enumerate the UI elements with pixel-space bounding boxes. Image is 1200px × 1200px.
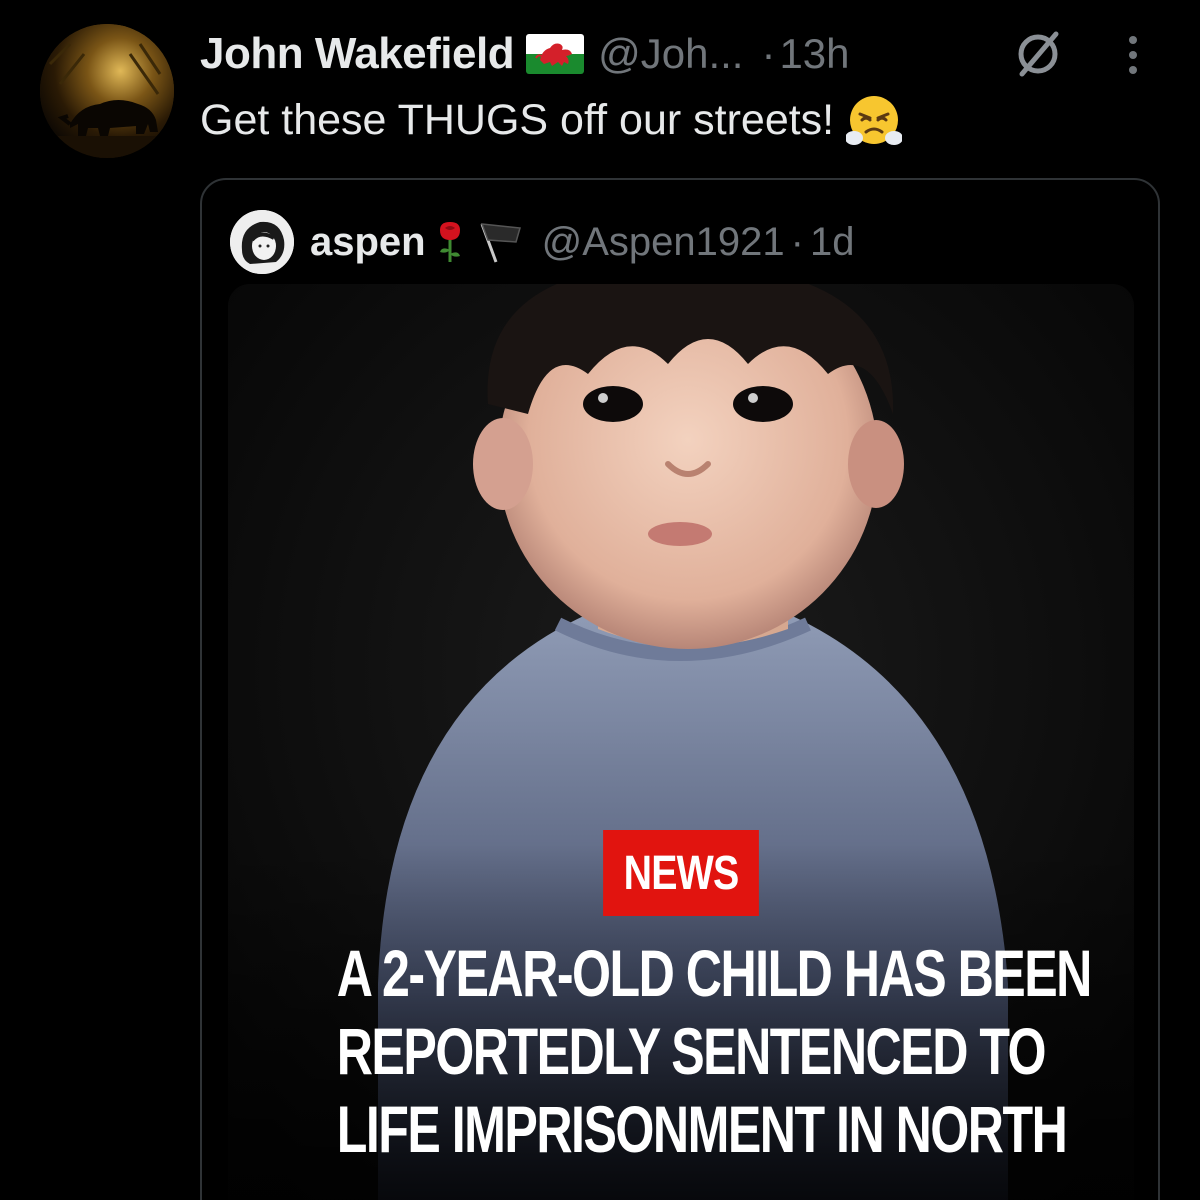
grok-icon[interactable] [1012,28,1064,80]
face-with-steam-from-nose-emoji [846,92,903,148]
post-timestamp[interactable]: 13h [779,30,849,78]
quoted-separator-dot: · [790,219,804,264]
news-badge: NEWS [603,830,759,916]
black-flag-icon [476,220,528,264]
author-name[interactable]: John Wakefield [200,29,515,79]
quoted-post-card[interactable]: aspen @Aspen1921 · 1d NEWS A 2-YEAR-OLD … [200,178,1160,1200]
quoted-post-image[interactable]: NEWS A 2-YEAR-OLD CHILD HAS BEEN REPORTE… [228,284,1134,1200]
headline-line: REPORTEDLY SENTENCED TO [336,1014,1047,1088]
quoted-post-timestamp[interactable]: 1d [810,220,855,265]
quoted-post-header: aspen @Aspen1921 · 1d [230,210,854,274]
headline-line: LIFE IMPRISONMENT IN NORTH [336,1092,1068,1166]
author-handle[interactable]: @Joh... [598,30,743,78]
author-avatar[interactable] [40,24,174,158]
rhino-avatar-image [40,24,174,158]
wales-flag-icon [526,34,585,74]
separator-dot: · [761,30,776,77]
more-options-icon[interactable] [1118,34,1148,76]
post-text-content: Get these THUGS off our streets! [200,95,835,144]
headline-line: A 2-YEAR-OLD CHILD HAS BEEN [336,936,1093,1010]
post-header: John Wakefield @Joh... · 13h [200,22,850,86]
news-headline: A 2-YEAR-OLD CHILD HAS BEEN REPORTEDLY S… [336,934,1093,1168]
quoted-author-handle[interactable]: @Aspen1921 [542,220,785,265]
quoted-author-name[interactable]: aspen [310,220,426,265]
quoted-author-avatar[interactable] [230,210,294,274]
rose-icon [434,220,466,264]
post-text: Get these THUGS off our streets! [200,92,903,148]
